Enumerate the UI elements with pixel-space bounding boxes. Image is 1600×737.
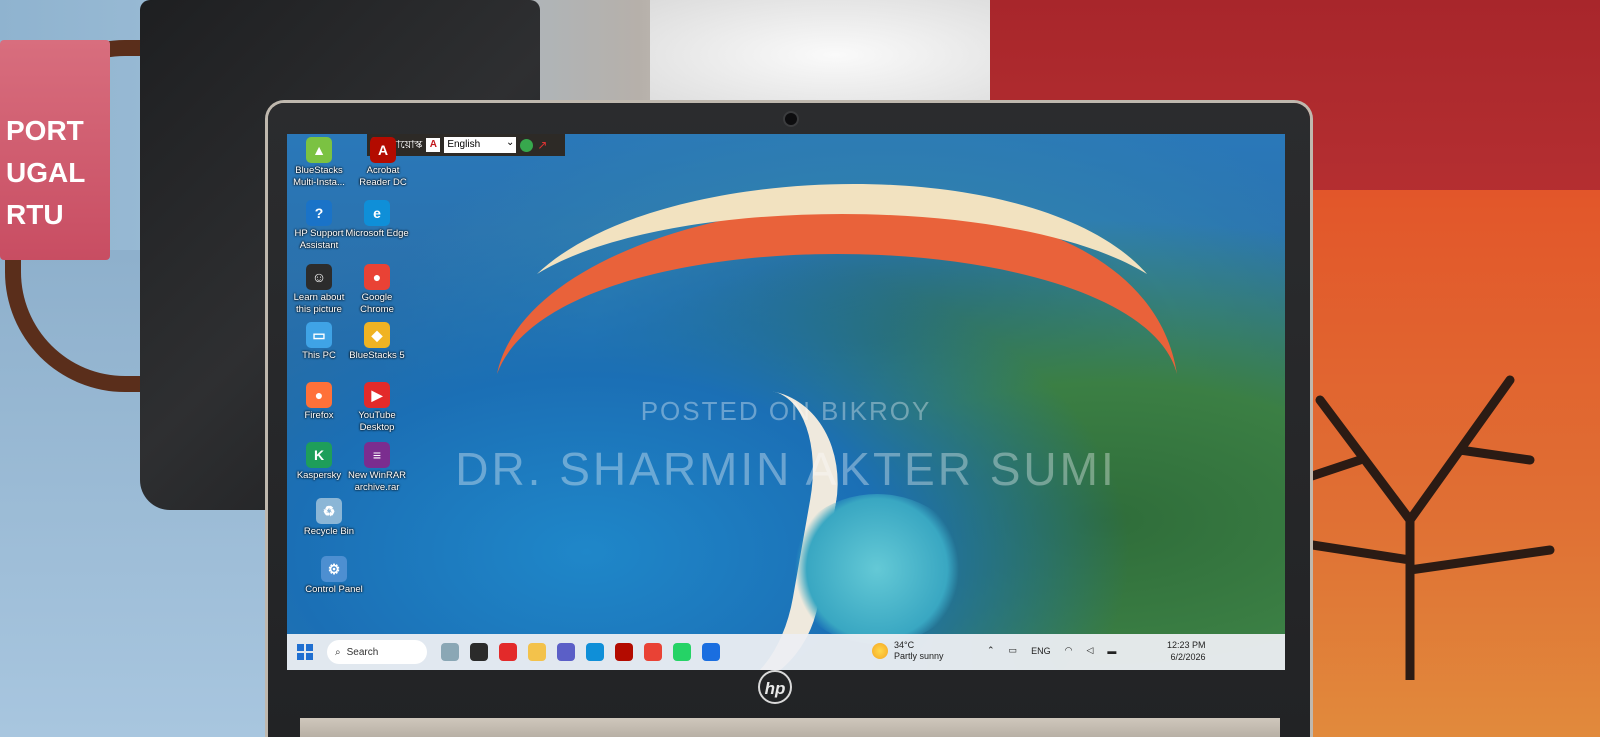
kaspersky-icon: K bbox=[306, 442, 332, 468]
webcam bbox=[785, 113, 797, 125]
control-panel-icon: ⚙ bbox=[321, 556, 347, 582]
desktop-icon-edge[interactable]: e Microsoft Edge bbox=[345, 200, 409, 240]
watermark-posted: POSTED ON BIKROY bbox=[640, 396, 932, 426]
hp-logo: hp bbox=[758, 670, 792, 704]
chrome-icon: ● bbox=[364, 264, 390, 290]
learn-picture-icon: ☺ bbox=[306, 264, 332, 290]
desktop-icon-label: New WinRAR archive.rar bbox=[347, 470, 407, 493]
taskbar-edge-icon[interactable] bbox=[586, 643, 604, 661]
desktop-icon-label: BlueStacks Multi-Insta... bbox=[293, 165, 345, 188]
desktop-icon-label: Control Panel bbox=[305, 584, 363, 595]
taskbar-clock[interactable]: 12:23 PM 6/2/2026 bbox=[1167, 639, 1206, 663]
winrar-icon: ≡ bbox=[364, 442, 390, 468]
weather-temp: 34°C bbox=[894, 640, 915, 650]
battery-icon[interactable]: ▬ bbox=[1107, 646, 1116, 656]
this-pc-icon: ▭ bbox=[306, 322, 332, 348]
lagoon bbox=[787, 494, 967, 644]
taskbar-apps bbox=[441, 643, 720, 661]
taskbar-task-view-icon[interactable] bbox=[470, 643, 488, 661]
desktop-icon-hp-support[interactable]: ? HP Support Assistant bbox=[287, 200, 351, 252]
desktop-icon-label: Microsoft Edge bbox=[345, 228, 409, 239]
desktop-icon-firefox[interactable]: ● Firefox bbox=[287, 382, 351, 422]
desktop-icon-label: YouTube Desktop bbox=[358, 410, 396, 433]
laptop-base bbox=[300, 718, 1280, 737]
taskbar-acrobat-icon[interactable] bbox=[615, 643, 633, 661]
desktop-icon-label: Recycle Bin bbox=[303, 526, 355, 537]
taskbar-file-explorer-icon[interactable] bbox=[528, 643, 546, 661]
desktop-icon-label: BlueStacks 5 bbox=[349, 350, 405, 361]
desktop-icon-label: Google Chrome bbox=[360, 292, 394, 315]
recycle-bin-icon: ♻ bbox=[316, 498, 342, 524]
clock-date: 6/2/2026 bbox=[1170, 652, 1206, 662]
watermark-name: DR. SHARMIN AKTER SUMI bbox=[455, 443, 1117, 495]
arrow-icon[interactable]: ↗ bbox=[537, 138, 547, 152]
desktop-icon-this-pc[interactable]: ▭ This PC bbox=[287, 322, 351, 362]
weather-widget[interactable]: 34°C Partly sunny bbox=[872, 640, 944, 662]
keyboard-language-select[interactable]: English bbox=[444, 135, 517, 153]
system-tray: ⌃ ▭ ENG ◠ ◁ ▬ bbox=[987, 645, 1116, 656]
keyboard-icon[interactable]: ▭ bbox=[1009, 645, 1018, 656]
desktop-icon-learn-picture[interactable]: ☺ Learn about this picture bbox=[287, 264, 351, 316]
desktop-icon-bluestacks5[interactable]: ◆ BlueStacks 5 bbox=[345, 322, 409, 362]
bluestacks-multi-icon: ▲ bbox=[306, 137, 332, 163]
taskbar-youtube-icon[interactable] bbox=[499, 643, 517, 661]
desktop-icon-label: Learn about this picture bbox=[293, 292, 345, 315]
paraglider-wing bbox=[497, 183, 1177, 374]
desktop-icon-label: Acrobat Reader DC bbox=[359, 165, 407, 188]
wifi-icon[interactable]: ◠ bbox=[1065, 645, 1073, 656]
taskbar-whatsapp-icon[interactable] bbox=[673, 643, 691, 661]
white-cloth bbox=[650, 0, 1020, 110]
taskbar-teams-icon[interactable] bbox=[557, 643, 575, 661]
globe-icon[interactable] bbox=[520, 138, 534, 152]
portugal-card-text: PORT UGAL RTU bbox=[6, 115, 86, 230]
search-icon: ⌕ bbox=[335, 646, 341, 658]
desktop-icon-acrobat[interactable]: A Acrobat Reader DC bbox=[351, 137, 415, 189]
chevron-up-icon[interactable]: ⌃ bbox=[987, 645, 995, 656]
language-indicator[interactable]: ENG bbox=[1031, 646, 1051, 656]
weather-desc: Partly sunny bbox=[894, 651, 944, 661]
desktop-icon-control-panel[interactable]: ⚙ Control Panel bbox=[302, 556, 366, 596]
bluestacks5-icon: ◆ bbox=[364, 322, 390, 348]
desktop-icon-label: Kaspersky bbox=[296, 470, 342, 481]
acrobat-icon: A bbox=[370, 137, 396, 163]
desktop-icon-recycle-bin[interactable]: ♻ Recycle Bin bbox=[297, 498, 361, 538]
desktop-icon-winrar[interactable]: ≡ New WinRAR archive.rar bbox=[345, 442, 409, 494]
desktop-icon-bluestacks-multi[interactable]: ▲ BlueStacks Multi-Insta... bbox=[287, 137, 351, 189]
firefox-icon: ● bbox=[306, 382, 332, 408]
desktop-icon-label: HP Support Assistant bbox=[294, 228, 344, 251]
clock-time: 12:23 PM bbox=[1167, 640, 1206, 650]
volume-icon[interactable]: ◁ bbox=[1086, 645, 1093, 656]
desktop-screen: POSTED ON BIKROY DR. SHARMIN AKTER SUMI … bbox=[287, 134, 1285, 670]
taskbar-chrome-icon[interactable] bbox=[644, 643, 662, 661]
taskbar-search[interactable]: ⌕ Search bbox=[327, 640, 427, 664]
desktop-icon-kaspersky[interactable]: K Kaspersky bbox=[287, 442, 351, 482]
taskbar: ⌕ Search 34°C Partly sunny ⌃ ▭ ENG ◠ ◁ ▬… bbox=[287, 634, 1285, 670]
windows-start-icon[interactable] bbox=[297, 644, 313, 660]
partly-sunny-icon bbox=[872, 643, 888, 659]
taskbar-bluestacks-icon[interactable] bbox=[702, 643, 720, 661]
desktop-icon-chrome[interactable]: ● Google Chrome bbox=[345, 264, 409, 316]
hp-support-icon: ? bbox=[306, 200, 332, 226]
youtube-desktop-icon: ▶ bbox=[364, 382, 390, 408]
taskbar-widgets-icon[interactable] bbox=[441, 643, 459, 661]
desktop-icon-label: This PC bbox=[302, 350, 336, 361]
desktop-icon-label: Firefox bbox=[304, 410, 334, 421]
portugal-card: PORT UGAL RTU bbox=[0, 40, 110, 260]
search-label: Search bbox=[346, 646, 379, 658]
desktop-icon-youtube-desktop[interactable]: ▶ YouTube Desktop bbox=[345, 382, 409, 434]
edge-icon: e bbox=[364, 200, 390, 226]
keyboard-layout-icon[interactable]: A bbox=[426, 138, 441, 152]
